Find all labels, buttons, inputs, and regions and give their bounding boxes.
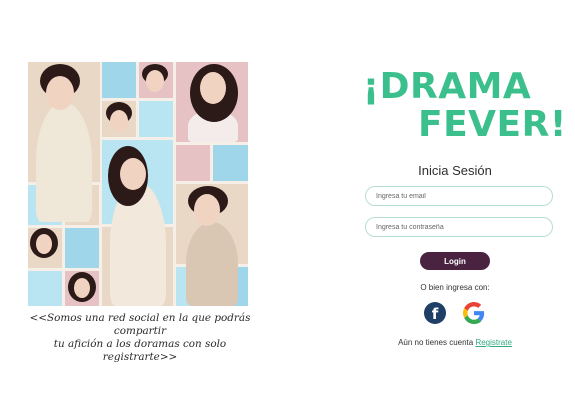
caption-line-2: tu afición a los doramas con solo regist… xyxy=(53,338,227,363)
collage-tile xyxy=(213,145,248,181)
actor-face xyxy=(46,76,74,110)
actor-face xyxy=(194,194,220,226)
alternative-login-text: O bien ingresa con: xyxy=(420,283,490,292)
actress-face xyxy=(200,72,226,104)
actress-face xyxy=(120,158,146,190)
login-button[interactable]: Login xyxy=(420,252,490,270)
collage-tile xyxy=(176,145,210,181)
collage-tile xyxy=(102,62,136,98)
login-title: Inicia Sesión xyxy=(418,163,492,178)
drama-collage-image xyxy=(28,62,248,306)
google-icon xyxy=(463,302,485,324)
drama-fever-logo: ¡DRAMA FEVER! xyxy=(363,68,567,145)
facebook-login-icon[interactable]: f xyxy=(424,302,446,324)
signup-prefix: Aún no tienes cuenta xyxy=(398,338,476,347)
collage-tile xyxy=(65,228,99,268)
actor-face xyxy=(110,110,128,132)
email-field[interactable] xyxy=(365,186,553,206)
caption-line-1: <<Somos una red social en la que podrás … xyxy=(29,312,251,337)
logo-line-2: FEVER! xyxy=(418,104,567,145)
logo-line-1: ¡DRAMA xyxy=(362,66,532,107)
actor-face xyxy=(146,70,164,92)
actor-figure xyxy=(36,102,92,222)
collage-tile xyxy=(28,271,62,306)
google-login-icon[interactable] xyxy=(463,302,485,324)
collage-caption: <<Somos una red social en la que podrás … xyxy=(26,312,254,364)
collage-tile xyxy=(139,101,173,137)
actress-face xyxy=(74,278,90,298)
signup-prompt: Aún no tienes cuenta Registrate xyxy=(380,338,530,347)
password-field[interactable] xyxy=(365,217,553,237)
actor-figure xyxy=(186,222,238,306)
facebook-glyph: f xyxy=(431,305,439,323)
signup-link[interactable]: Registrate xyxy=(475,338,511,347)
actress-face xyxy=(36,234,52,254)
